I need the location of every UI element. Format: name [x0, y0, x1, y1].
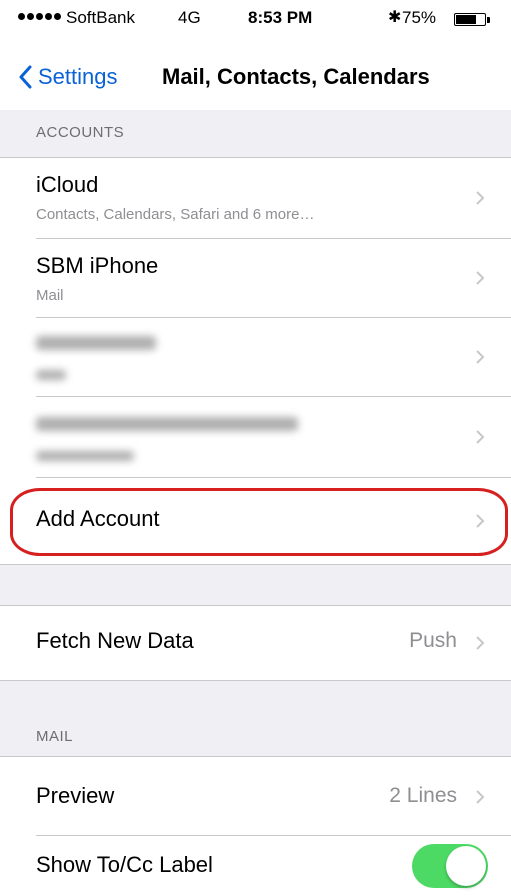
show-tocc-toggle[interactable]	[412, 844, 488, 888]
add-account-label: Add Account	[36, 506, 160, 531]
chevron-right-icon	[476, 191, 485, 205]
account-row-icloud[interactable]: iCloud Contacts, Calendars, Safari and 6…	[0, 158, 511, 238]
account-title: iCloud	[36, 172, 99, 197]
carrier-label: SoftBank	[66, 8, 135, 27]
account-title: SBM iPhone	[36, 253, 159, 278]
chevron-right-icon	[476, 271, 485, 285]
status-bar: SoftBank 4G 8:53 PM ✱ 75%	[0, 0, 511, 36]
account-row-sbm-iphone[interactable]: SBM iPhone Mail	[0, 239, 511, 317]
chevron-right-icon	[476, 430, 485, 444]
battery-percent: 75%	[402, 8, 437, 27]
navigation-bar: Settings Mail, Contacts, Calendars	[0, 36, 511, 110]
mail-section-header: MAIL	[36, 728, 74, 745]
chevron-left-icon	[19, 65, 32, 89]
clock: 8:53 PM	[248, 8, 313, 27]
chevron-right-icon	[476, 350, 485, 364]
back-label: Settings	[38, 64, 118, 89]
redacted-account-subtitle	[36, 370, 66, 380]
bluetooth-icon: ✱	[388, 9, 402, 26]
accounts-section-header: ACCOUNTS	[36, 124, 125, 141]
redacted-account-subtitle	[36, 451, 134, 461]
account-row-redacted-2[interactable]	[0, 397, 511, 477]
chevron-right-icon	[476, 636, 485, 650]
battery-icon	[454, 13, 486, 26]
fetch-new-data-label: Fetch New Data	[36, 628, 194, 653]
fetch-new-data-row[interactable]: Fetch New Data Push	[0, 606, 511, 680]
redacted-account-title	[36, 417, 298, 431]
preview-value: 2 Lines	[389, 784, 457, 807]
chevron-right-icon	[476, 790, 485, 804]
section-gap	[0, 565, 511, 605]
add-account-button[interactable]: Add Account	[0, 478, 511, 564]
account-subtitle: Mail	[36, 287, 64, 304]
account-row-redacted-1[interactable]	[0, 318, 511, 396]
chevron-right-icon	[476, 514, 485, 528]
redacted-account-title	[36, 336, 156, 350]
fetch-new-data-value: Push	[409, 629, 457, 652]
signal-strength-icon	[18, 13, 61, 20]
account-subtitle: Contacts, Calendars, Safari and 6 more…	[36, 206, 315, 223]
mail-section-header-bg	[0, 681, 511, 756]
back-button[interactable]: Settings	[18, 64, 118, 90]
show-tocc-label: Show To/Cc Label	[36, 852, 213, 877]
battery-tip	[487, 17, 490, 23]
preview-row[interactable]: Preview 2 Lines	[0, 757, 511, 835]
page-title: Mail, Contacts, Calendars	[162, 64, 430, 89]
preview-label: Preview	[36, 783, 115, 808]
toggle-knob	[446, 846, 486, 886]
network-label: 4G	[178, 8, 201, 27]
show-tocc-row: Show To/Cc Label	[0, 836, 511, 896]
